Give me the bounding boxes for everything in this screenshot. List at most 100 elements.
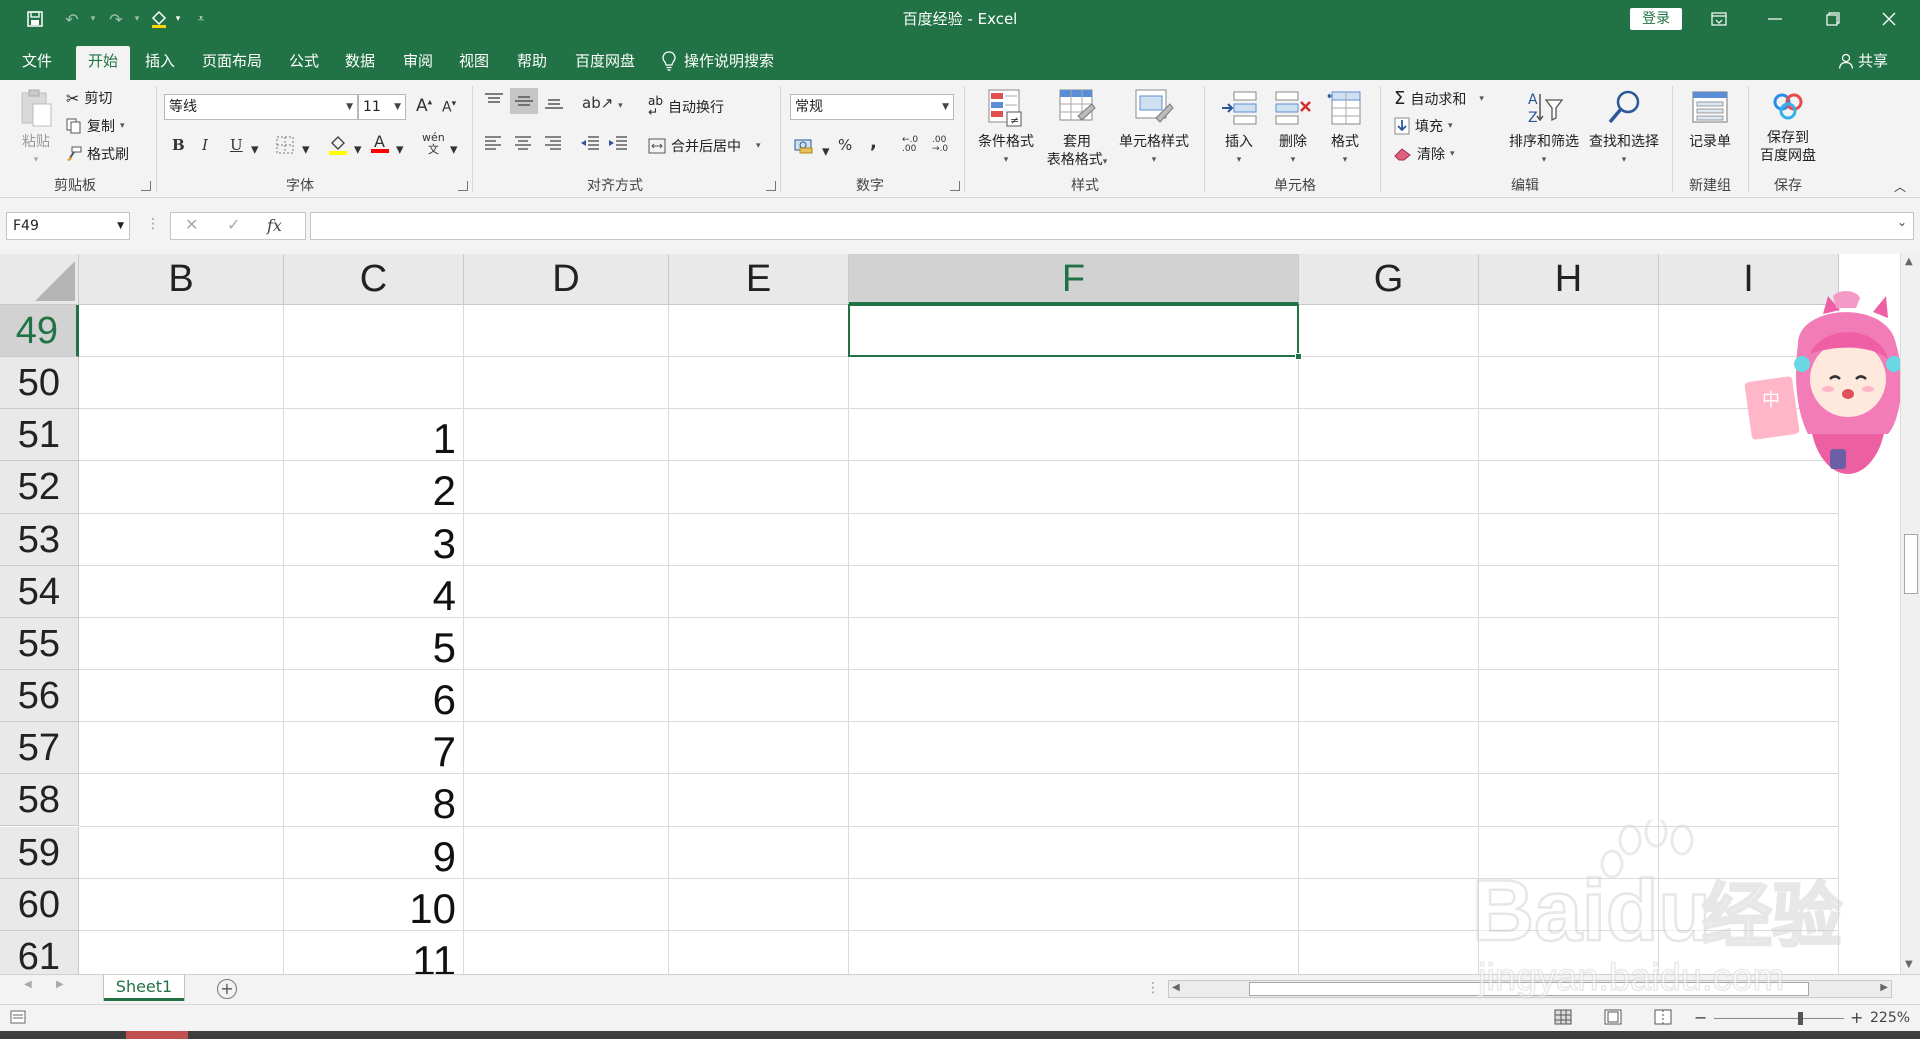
cell-c54[interactable]: 4 (284, 570, 456, 622)
format-cells-button[interactable]: 格式 ▾ (1322, 88, 1368, 169)
zoom-in-button[interactable]: + (1850, 1008, 1863, 1027)
confirm-entry-icon[interactable]: ✓ (227, 215, 240, 234)
align-center-button[interactable] (514, 136, 532, 154)
sort-filter-dropdown-icon[interactable]: ▾ (1504, 151, 1584, 169)
row-header-60[interactable]: 60 (0, 878, 79, 931)
orientation-button[interactable]: ab↗ ▾ (582, 94, 623, 112)
record-form-button[interactable]: 记录单 (1682, 88, 1738, 151)
font-size-dropdown-icon[interactable]: ▼ (394, 95, 401, 119)
cell-c57[interactable]: 7 (284, 726, 456, 778)
borders-dropdown-icon[interactable]: ▾ (302, 140, 310, 158)
column-header-e[interactable]: E (669, 254, 849, 305)
select-all-button[interactable] (0, 254, 79, 305)
cell-c60[interactable]: 10 (284, 883, 456, 935)
tab-review[interactable]: 审阅 (394, 46, 442, 80)
cell-c51[interactable]: 1 (284, 413, 456, 465)
zoom-out-button[interactable]: − (1694, 1008, 1707, 1027)
tab-home[interactable]: 开始 (76, 46, 130, 80)
font-color-button[interactable]: A (370, 132, 390, 158)
row-header-52[interactable]: 52 (0, 461, 79, 514)
row-header-53[interactable]: 53 (0, 513, 79, 566)
tab-file[interactable]: 文件 (12, 46, 62, 80)
column-header-h[interactable]: H (1479, 254, 1659, 305)
tab-page-layout[interactable]: 页面布局 (196, 46, 268, 80)
cell-c61[interactable]: 11 (284, 935, 456, 974)
page-layout-view-icon[interactable] (1604, 1009, 1622, 1029)
column-header-d[interactable]: D (464, 254, 669, 305)
comma-style-button[interactable]: , (870, 132, 877, 153)
column-header-b[interactable]: B (79, 254, 284, 305)
cell-c58[interactable]: 8 (284, 778, 456, 830)
accounting-format-button[interactable] (794, 138, 816, 158)
cell-styles-button[interactable]: 单元格样式 ▾ (1114, 88, 1194, 169)
bold-button[interactable]: B (172, 136, 185, 154)
cell-c52[interactable]: 2 (284, 465, 456, 517)
vertical-scroll-thumb[interactable] (1904, 534, 1918, 594)
table-format-dropdown-icon[interactable]: ▾ (1103, 157, 1108, 167)
row-header-57[interactable]: 57 (0, 722, 79, 775)
ribbon-display-options-icon[interactable] (1696, 0, 1742, 38)
number-format-dropdown-icon[interactable]: ▼ (942, 95, 949, 119)
macro-record-icon[interactable] (10, 1010, 26, 1028)
percent-style-button[interactable]: % (838, 136, 852, 154)
vertical-scrollbar[interactable]: ▲ ▼ (1900, 254, 1920, 974)
cell-c55[interactable]: 5 (284, 622, 456, 674)
row-header-54[interactable]: 54 (0, 565, 79, 618)
sheet-tab-sheet1[interactable]: Sheet1 (104, 975, 184, 1001)
phonetic-dropdown-icon[interactable]: ▾ (450, 140, 458, 158)
clipboard-dialog-launcher[interactable] (141, 181, 151, 191)
insert-cells-dropdown-icon[interactable]: ▾ (1216, 151, 1262, 169)
sort-filter-button[interactable]: AZ 排序和筛选 ▾ (1504, 88, 1584, 169)
copy-dropdown-icon[interactable]: ▾ (120, 121, 125, 131)
autosum-button[interactable]: Σ 自动求和 ▾ (1394, 88, 1484, 109)
insert-function-icon[interactable]: fx (267, 216, 282, 235)
zoom-slider-thumb[interactable] (1798, 1012, 1803, 1025)
tab-formulas[interactable]: 公式 (280, 46, 328, 80)
cut-button[interactable]: ✂ 剪切 (66, 88, 112, 108)
borders-button[interactable] (276, 136, 294, 158)
underline-button[interactable]: U (230, 136, 243, 154)
tab-split-grip-icon[interactable]: ⋮ (1146, 980, 1160, 996)
tell-me-search[interactable]: 操作说明搜索 (662, 46, 774, 76)
shrink-font-button[interactable]: A▾ (442, 99, 456, 116)
copy-button[interactable]: 复制 ▾ (66, 116, 125, 136)
add-sheet-icon[interactable]: + (217, 979, 237, 999)
fill-color-dropdown-icon[interactable]: ▾ (354, 140, 362, 158)
italic-button[interactable]: I (202, 136, 208, 154)
name-box-dropdown-icon[interactable]: ▼ (117, 213, 124, 239)
delete-cells-button[interactable]: 删除 ▾ (1270, 88, 1316, 169)
clear-button[interactable]: 清除 ▾ (1394, 144, 1455, 164)
decrease-indent-button[interactable] (580, 136, 600, 154)
merge-center-button[interactable]: 合并后居中 ▾ (648, 136, 761, 156)
align-middle-button[interactable] (510, 88, 538, 114)
row-header-55[interactable]: 55 (0, 617, 79, 671)
font-size-combo[interactable]: 11 ▼ (358, 94, 406, 120)
collapse-ribbon-icon[interactable]: ︿ (1894, 178, 1906, 195)
delete-cells-dropdown-icon[interactable]: ▾ (1270, 151, 1316, 169)
minimize-icon[interactable] (1752, 0, 1798, 38)
number-format-combo[interactable]: 常规 ▼ (790, 94, 954, 120)
format-as-table-button[interactable]: 套用 表格格式▾ (1040, 88, 1114, 171)
tab-insert[interactable]: 插入 (136, 46, 184, 80)
tab-view[interactable]: 视图 (450, 46, 498, 80)
tab-data[interactable]: 数据 (336, 46, 384, 80)
autosum-dropdown-icon[interactable]: ▾ (1479, 94, 1484, 104)
cell-c50[interactable] (284, 361, 456, 413)
font-dialog-launcher[interactable] (458, 181, 468, 191)
name-box[interactable]: F49 ▼ (6, 212, 130, 240)
normal-view-icon[interactable] (1554, 1009, 1572, 1029)
formula-input[interactable]: ⌄ (310, 212, 1914, 240)
column-header-g[interactable]: G (1299, 254, 1479, 305)
active-cell[interactable] (848, 304, 1299, 358)
cancel-entry-icon[interactable]: ✕ (185, 215, 198, 234)
increase-indent-button[interactable] (608, 136, 628, 154)
save-to-netdisk-button[interactable]: 保存到 百度网盘 (1752, 88, 1824, 165)
restore-icon[interactable] (1810, 0, 1856, 38)
row-header-51[interactable]: 51 (0, 409, 79, 462)
tab-help[interactable]: 帮助 (508, 46, 556, 80)
cell-c53[interactable]: 3 (284, 518, 456, 570)
scroll-down-icon[interactable]: ▼ (1905, 959, 1913, 970)
scroll-up-icon[interactable]: ▲ (1905, 256, 1913, 267)
row-header-50[interactable]: 50 (0, 357, 79, 410)
fill-color-button[interactable] (328, 134, 348, 160)
